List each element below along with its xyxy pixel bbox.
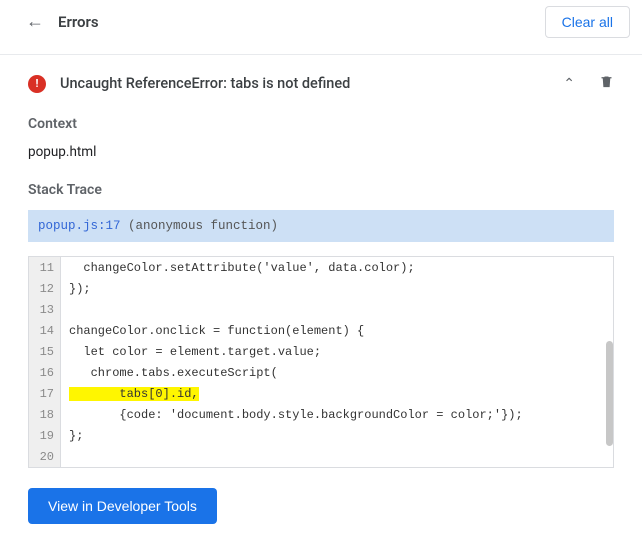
line-number: 13: [29, 299, 61, 320]
line-number: 15: [29, 341, 61, 362]
code-text: chrome.tabs.executeScript(: [61, 367, 278, 379]
code-line: 13: [29, 299, 613, 320]
code-line: 16 chrome.tabs.executeScript(: [29, 362, 613, 383]
code-line: 17 tabs[0].id,: [29, 383, 613, 404]
stack-trace-heading: Stack Trace: [28, 182, 614, 198]
error-row[interactable]: ! Uncaught ReferenceError: tabs is not d…: [28, 55, 614, 108]
line-number: 18: [29, 404, 61, 425]
clear-all-button[interactable]: Clear all: [545, 6, 630, 38]
frame-location: popup.js:17: [38, 219, 121, 233]
line-number: 16: [29, 362, 61, 383]
error-message: Uncaught ReferenceError: tabs is not def…: [60, 75, 350, 92]
back-arrow-icon[interactable]: ←: [26, 13, 44, 31]
page-title: Errors: [58, 13, 99, 31]
code-line: 12});: [29, 278, 613, 299]
line-number: 19: [29, 425, 61, 446]
error-icon: !: [28, 75, 46, 93]
code-line: 11 changeColor.setAttribute('value', dat…: [29, 257, 613, 278]
code-text: changeColor.onclick = function(element) …: [61, 325, 364, 337]
line-number: 12: [29, 278, 61, 299]
frame-function: (anonymous function): [128, 219, 278, 233]
context-file: popup.html: [28, 144, 614, 160]
code-line: 20: [29, 446, 613, 467]
code-text: tabs[0].id,: [61, 388, 199, 400]
code-line: 15 let color = element.target.value;: [29, 341, 613, 362]
view-devtools-button[interactable]: View in Developer Tools: [28, 488, 217, 524]
collapse-icon[interactable]: ⌃: [563, 76, 575, 92]
code-text: let color = element.target.value;: [61, 346, 321, 358]
line-number: 17: [29, 383, 61, 404]
line-number: 14: [29, 320, 61, 341]
context-heading: Context: [28, 116, 614, 132]
code-line: 19};: [29, 425, 613, 446]
code-viewer: 11 changeColor.setAttribute('value', dat…: [28, 256, 614, 468]
code-text: });: [61, 283, 91, 295]
line-number: 20: [29, 446, 61, 467]
stack-frame[interactable]: popup.js:17 (anonymous function): [28, 210, 614, 242]
trash-icon[interactable]: [599, 73, 614, 94]
code-line: 14changeColor.onclick = function(element…: [29, 320, 613, 341]
scrollbar[interactable]: [606, 257, 613, 467]
code-text: {code: 'document.body.style.backgroundCo…: [61, 409, 523, 421]
code-text: changeColor.setAttribute('value', data.c…: [61, 262, 415, 274]
code-line: 18 {code: 'document.body.style.backgroun…: [29, 404, 613, 425]
line-number: 11: [29, 257, 61, 278]
code-text: };: [61, 430, 83, 442]
